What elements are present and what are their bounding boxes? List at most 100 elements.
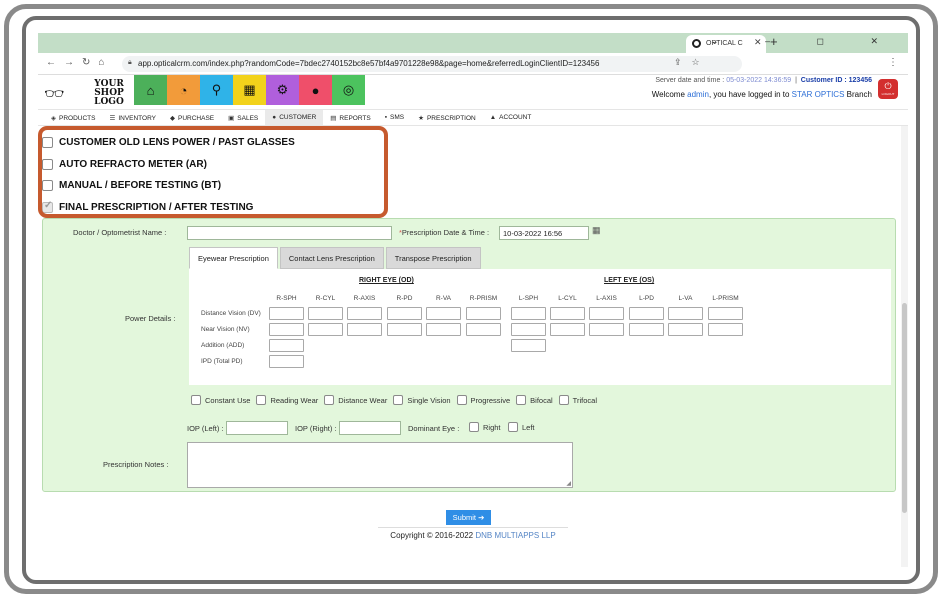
power-input-cell[interactable] — [589, 307, 624, 320]
usage-option-bifocal[interactable]: Bifocal — [516, 395, 553, 405]
menu-item-reports[interactable]: ▤ REPORTS — [323, 110, 377, 125]
gear-tile-button[interactable]: ⚙ — [266, 75, 299, 105]
menu-item-inventory[interactable]: ☰ INVENTORY — [102, 110, 163, 125]
usage-checkbox[interactable] — [456, 395, 467, 405]
usage-option-distance-wear[interactable]: Distance Wear — [324, 395, 387, 405]
menu-item-products[interactable]: ◈ PRODUCTS — [44, 110, 102, 125]
prescription-notes-label: Prescription Notes : — [103, 460, 169, 469]
usage-option-single-vision[interactable]: Single Vision — [393, 395, 451, 405]
power-input-cell[interactable] — [589, 323, 624, 336]
usage-label: Single Vision — [407, 395, 451, 405]
usage-option-constant-use[interactable]: Constant Use — [191, 395, 250, 405]
quick-tiles: ⌂ ◔ ⚲ ▦ ⚙ ● ◎ — [134, 75, 365, 105]
iop-right-input[interactable] — [339, 421, 401, 435]
menu-item-purchase[interactable]: ◆ PURCHASE — [163, 110, 221, 125]
share-star-icons[interactable]: ⇪☆ — [674, 57, 710, 68]
list-icon: ☰ — [109, 115, 116, 122]
power-input-cell[interactable] — [708, 307, 743, 320]
prescription-notes-textarea[interactable]: ◢ — [187, 442, 573, 488]
right-eye-heading: RIGHT EYE (OD) — [359, 277, 414, 284]
usage-label: Progressive — [470, 395, 511, 405]
power-input-cell[interactable] — [708, 323, 743, 336]
glasses-icon: 👓︎ — [44, 86, 65, 103]
power-input-cell[interactable] — [629, 323, 664, 336]
power-input-cell[interactable] — [511, 323, 546, 336]
tab-eyewear-prescription[interactable]: Eyewear Prescription — [189, 247, 278, 269]
server-info: Server date and time : 05-03-2022 14:36:… — [655, 77, 872, 84]
grid-tile-button[interactable]: ▦ — [233, 75, 266, 105]
addition-right-input[interactable] — [269, 339, 304, 352]
power-input-cell[interactable] — [466, 323, 501, 336]
usage-checkbox[interactable] — [324, 395, 335, 405]
window-controls[interactable]: ⌄ – ◻ ✕ — [711, 36, 900, 47]
power-input-cell[interactable] — [668, 307, 703, 320]
power-input-cell[interactable] — [466, 307, 501, 320]
left-eye-heading: LEFT EYE (OS) — [604, 277, 655, 284]
search-icon: ⚲ — [211, 82, 222, 97]
usage-option-trifocal[interactable]: Trifocal — [558, 395, 597, 405]
usage-label: Distance Wear — [338, 395, 388, 405]
home-tile-button[interactable]: ⌂ — [134, 75, 167, 105]
power-input-cell[interactable] — [269, 323, 304, 336]
usage-checkbox[interactable] — [516, 395, 527, 405]
kebab-menu-icon[interactable]: ⋮ — [888, 57, 898, 68]
url-field[interactable]: 🔒︎ app.opticalcrm.com/index.php?randomCo… — [122, 56, 742, 72]
dominant-eye-right[interactable]: Right — [469, 422, 501, 432]
menu-item-sales[interactable]: ▣ SALES — [221, 110, 265, 125]
power-input-cell[interactable] — [308, 323, 343, 336]
submit-button[interactable]: Submit ➔ — [446, 510, 491, 525]
power-input-cell[interactable] — [387, 307, 422, 320]
usage-checkbox[interactable] — [393, 395, 404, 405]
whatsapp-tile-button[interactable]: ◎ — [332, 75, 365, 105]
power-input-cell[interactable] — [426, 307, 461, 320]
tab-transpose-prescription[interactable]: Transpose Prescription — [385, 247, 481, 269]
power-input-cell[interactable] — [308, 307, 343, 320]
usage-option-reading-wear[interactable]: Reading Wear — [256, 395, 318, 405]
gear-icon: ⚙ — [276, 82, 289, 97]
power-input-cell[interactable] — [511, 307, 546, 320]
power-column-header: L-PD — [639, 295, 654, 302]
menu-item-customer[interactable]: ● CUSTOMER — [265, 110, 324, 125]
menu-item-prescription[interactable]: ★ PRESCRIPTION — [411, 110, 483, 125]
dominant-right-checkbox[interactable] — [469, 422, 479, 432]
usage-checkbox[interactable] — [256, 395, 267, 405]
prescription-date-input[interactable]: 10-03-2022 16:56 — [499, 226, 589, 240]
user-tile-button[interactable]: ● — [299, 75, 332, 105]
usage-option-progressive[interactable]: Progressive — [456, 395, 511, 405]
usage-checkbox[interactable] — [191, 395, 201, 405]
calendar-icon[interactable]: ▦ — [592, 225, 601, 236]
power-input-cell[interactable] — [269, 307, 304, 320]
shop-logo[interactable]: 👓︎ YOUR SHOP LOGO — [42, 77, 134, 107]
welcome-text: Welcome admin, you have logged in to STA… — [651, 90, 872, 99]
power-input-cell[interactable] — [550, 323, 585, 336]
scrollbar-thumb[interactable] — [902, 303, 907, 513]
dominant-eye-left[interactable]: Left — [508, 422, 535, 432]
search-tile-button[interactable]: ⚲ — [200, 75, 233, 105]
logout-button[interactable]: ⏻ LOGOUT — [878, 79, 898, 99]
usage-checkbox[interactable] — [558, 395, 569, 405]
menu-item-account[interactable]: ▲ ACCOUNT — [483, 110, 539, 125]
dominant-left-checkbox[interactable] — [508, 422, 518, 432]
dashboard-tile-button[interactable]: ◔ — [167, 75, 200, 105]
menu-item-sms[interactable]: ▪ SMS — [378, 110, 411, 125]
power-input-cell[interactable] — [629, 307, 664, 320]
tab-contact-lens-prescription[interactable]: Contact Lens Prescription — [279, 247, 384, 269]
main-menu: ◈ PRODUCTS ☰ INVENTORY ◆ PURCHASE ▣ SALES ● CUSTO… — [38, 109, 908, 126]
iop-left-input[interactable] — [226, 421, 288, 435]
addition-left-input[interactable] — [511, 339, 546, 352]
power-input-cell[interactable] — [387, 323, 422, 336]
power-input-cell[interactable] — [550, 307, 585, 320]
browser-nav-icons[interactable]: ←→↻⌂ — [46, 57, 112, 68]
power-input-cell[interactable] — [426, 323, 461, 336]
power-input-cell[interactable] — [668, 323, 703, 336]
power-row-label: Near Vision (NV) — [201, 326, 250, 333]
browser-tab-bar: OPTICAL C ✕ + ⌄ – ◻ ✕ — [38, 33, 908, 53]
cart-icon: ▣ — [228, 115, 235, 122]
ipd-input[interactable] — [269, 355, 304, 368]
menu-item-label: CUSTOMER — [279, 114, 317, 121]
power-row-label: Addition (ADD) — [201, 342, 245, 349]
power-input-cell[interactable] — [347, 323, 382, 336]
resize-handle-icon[interactable]: ◢ — [566, 480, 571, 487]
doctor-name-input[interactable] — [187, 226, 392, 240]
power-input-cell[interactable] — [347, 307, 382, 320]
